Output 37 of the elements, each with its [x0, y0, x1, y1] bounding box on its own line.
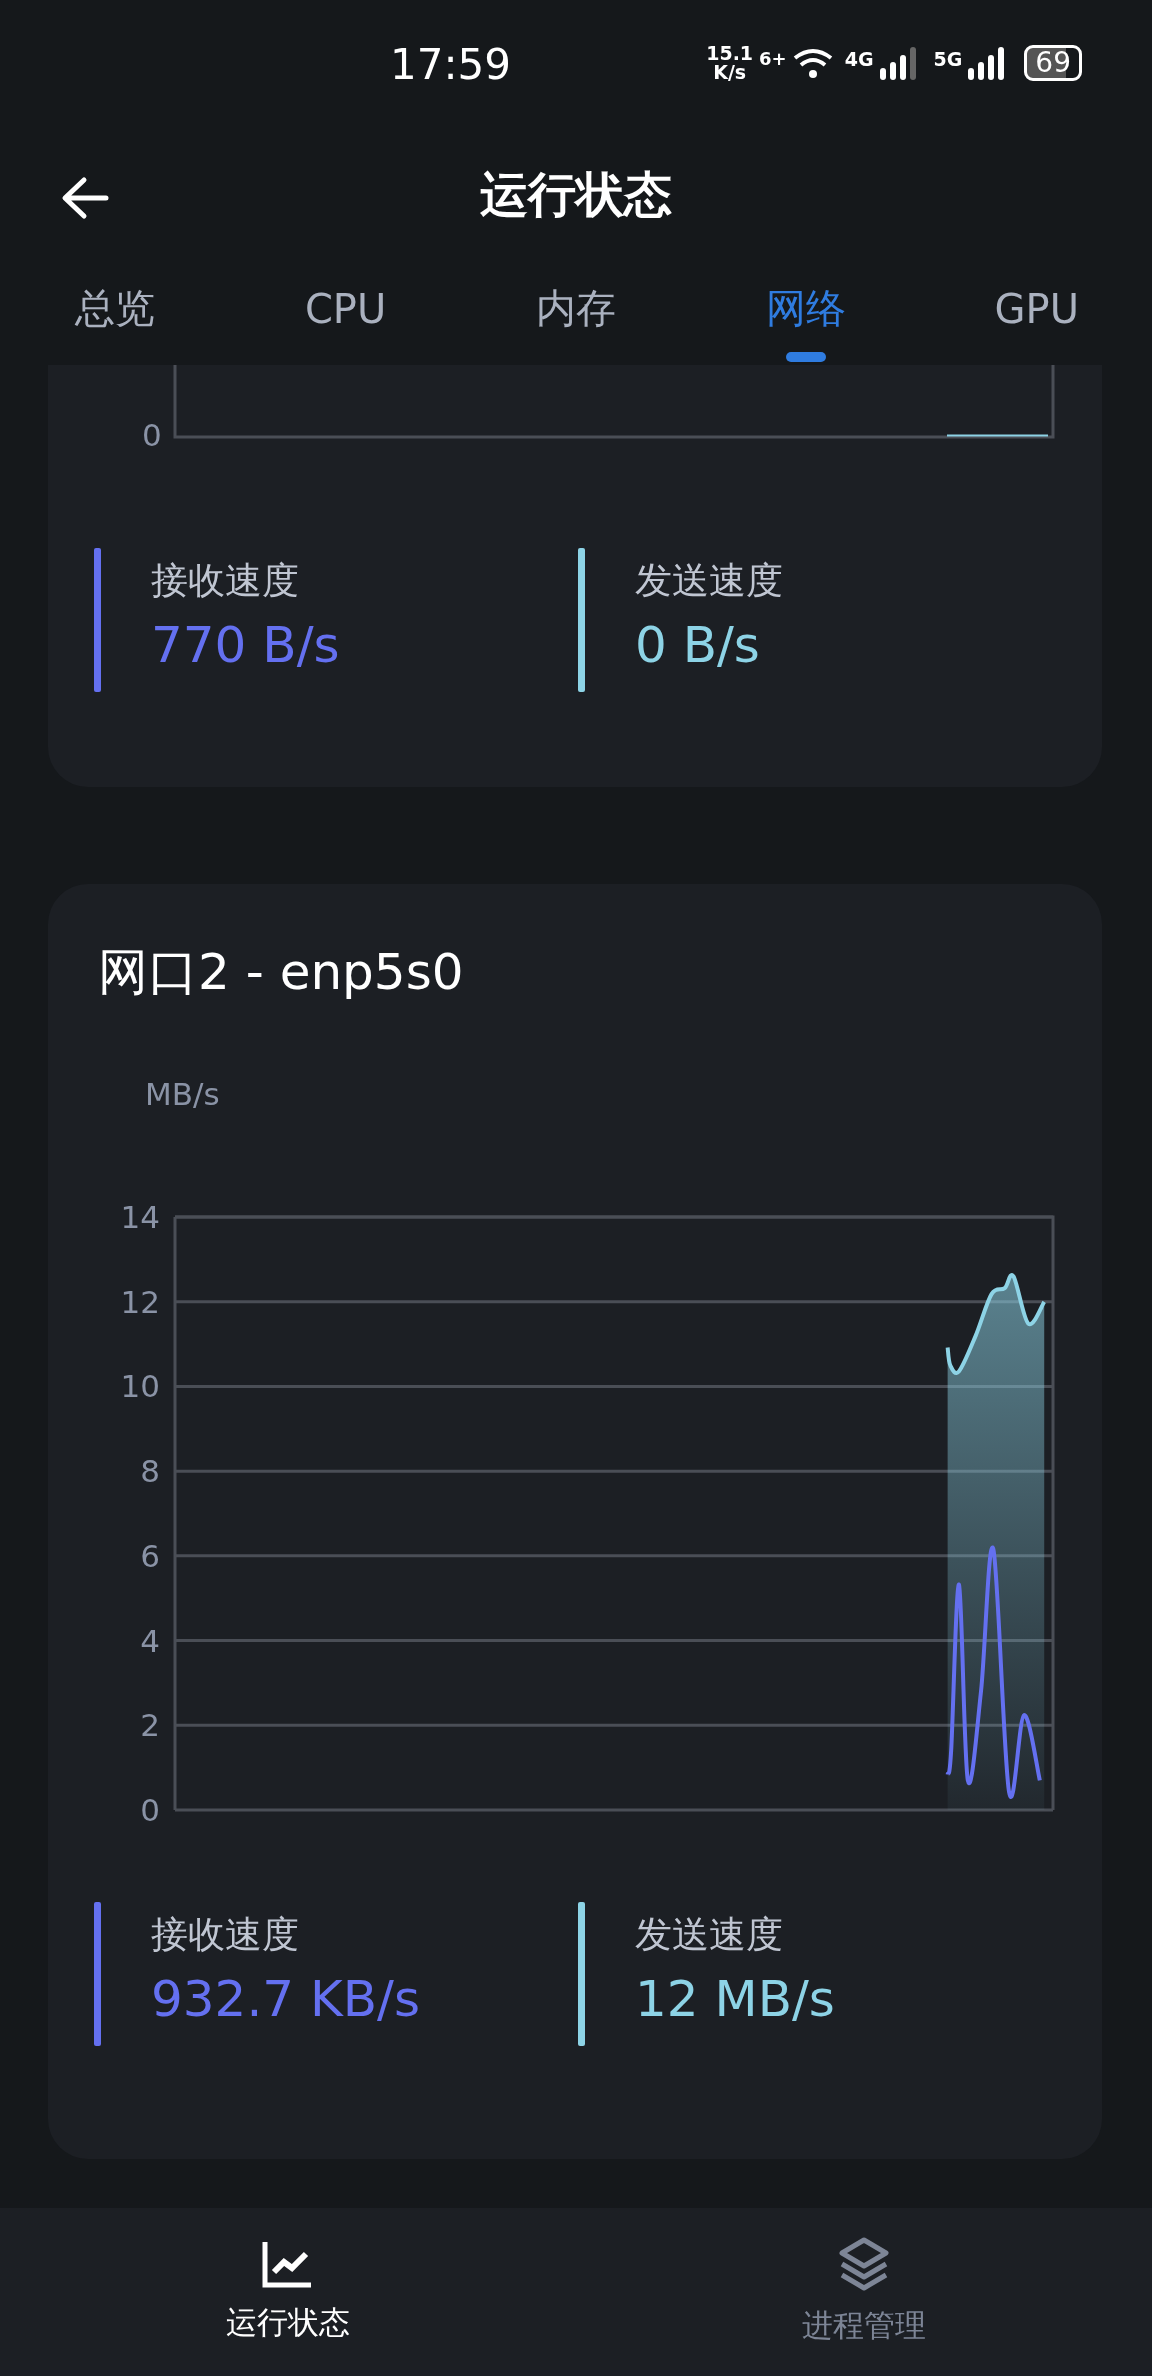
tab[interactable]: 总览	[0, 260, 231, 365]
axis-tick: 8	[140, 1453, 160, 1490]
axis-tick: 12	[120, 1283, 160, 1320]
axis-tick: 2	[140, 1707, 160, 1744]
battery-level: 69	[1024, 45, 1082, 81]
network-type: 4G	[844, 48, 874, 70]
axis-tick: 6	[140, 1537, 160, 1574]
axis-tick: 0	[140, 1792, 160, 1828]
tab[interactable]: 内存	[460, 260, 692, 365]
line-chart-icon	[262, 2240, 314, 2288]
network-type: 5G	[933, 48, 963, 70]
readout-label: 接收速度	[151, 1912, 300, 1958]
axis-tick: 4	[140, 1622, 160, 1659]
readout-label: 发送速度	[635, 558, 783, 604]
back-arrow-icon[interactable]	[60, 176, 110, 220]
axis-tick: 10	[120, 1368, 160, 1405]
readout-value: 932.7 KB/s	[151, 1970, 421, 2028]
wifi-icon	[792, 46, 833, 80]
axis-unit: MB/s	[145, 1076, 220, 1112]
readout-value: 12 MB/s	[635, 1970, 835, 2028]
network-speed: 15.1 K/s	[706, 44, 754, 82]
nav-item[interactable]: 进程管理	[576, 2208, 1152, 2376]
readout-label: 发送速度	[635, 1912, 784, 1958]
readout-label: 接收速度	[151, 558, 300, 604]
page-title: 运行状态	[480, 165, 672, 224]
layers-icon	[838, 2237, 890, 2291]
tab[interactable]: 网络	[691, 260, 922, 365]
readout-value: 0 B/s	[635, 616, 761, 674]
axis-tick: 0	[142, 417, 162, 453]
tab[interactable]: CPU	[230, 260, 461, 365]
readout-value: 770 B/s	[151, 616, 340, 674]
nav-item[interactable]: 运行状态	[0, 2208, 576, 2376]
card-title: 网口2 - enp5s0	[98, 942, 464, 1003]
axis-tick: 14	[120, 1199, 160, 1235]
wifi-standard-label: 6+	[759, 48, 787, 69]
status-time: 17:59	[390, 40, 512, 89]
tab[interactable]: GPU	[921, 260, 1152, 365]
